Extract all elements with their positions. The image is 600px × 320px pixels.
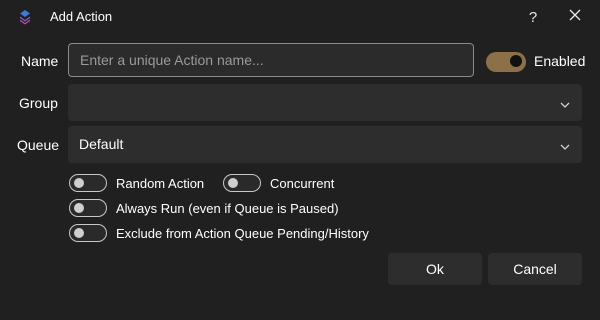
queue-label: Queue xyxy=(17,137,60,153)
question-mark-icon: ? xyxy=(528,8,538,26)
random-action-label: Random Action xyxy=(116,176,205,191)
chevron-down-icon xyxy=(559,139,571,150)
ok-button[interactable]: Ok xyxy=(388,253,482,285)
close-button[interactable] xyxy=(560,2,590,32)
toggle-knob xyxy=(510,55,522,67)
toggle-knob xyxy=(228,178,238,188)
exclude-history-label: Exclude from Action Queue Pending/Histor… xyxy=(116,226,369,241)
group-label: Group xyxy=(19,95,58,111)
title-bar: Add Action ? xyxy=(0,0,600,34)
toggle-knob xyxy=(74,178,84,188)
queue-dropdown[interactable]: Default xyxy=(68,126,582,163)
help-button[interactable]: ? xyxy=(518,2,548,32)
always-run-toggle[interactable] xyxy=(69,199,107,217)
dialog-title: Add Action xyxy=(50,9,113,24)
group-dropdown[interactable] xyxy=(68,84,582,121)
enabled-label: Enabled xyxy=(534,53,586,69)
layered-diamond-icon xyxy=(17,9,33,25)
add-action-dialog: Add Action ? Name Enabled Group Queue De… xyxy=(0,0,600,320)
always-run-label: Always Run (even if Queue is Paused) xyxy=(116,201,339,216)
random-action-toggle[interactable] xyxy=(69,174,107,192)
close-icon xyxy=(569,8,581,26)
cancel-button[interactable]: Cancel xyxy=(488,253,582,285)
queue-value: Default xyxy=(79,136,124,152)
concurrent-label: Concurrent xyxy=(270,176,335,191)
name-label: Name xyxy=(21,53,59,69)
toggle-knob xyxy=(74,228,84,238)
enabled-toggle[interactable] xyxy=(486,52,526,72)
exclude-history-toggle[interactable] xyxy=(69,224,107,242)
concurrent-toggle[interactable] xyxy=(223,174,261,192)
toggle-knob xyxy=(74,203,84,213)
chevron-down-icon xyxy=(559,97,571,108)
action-name-input[interactable] xyxy=(68,43,474,77)
